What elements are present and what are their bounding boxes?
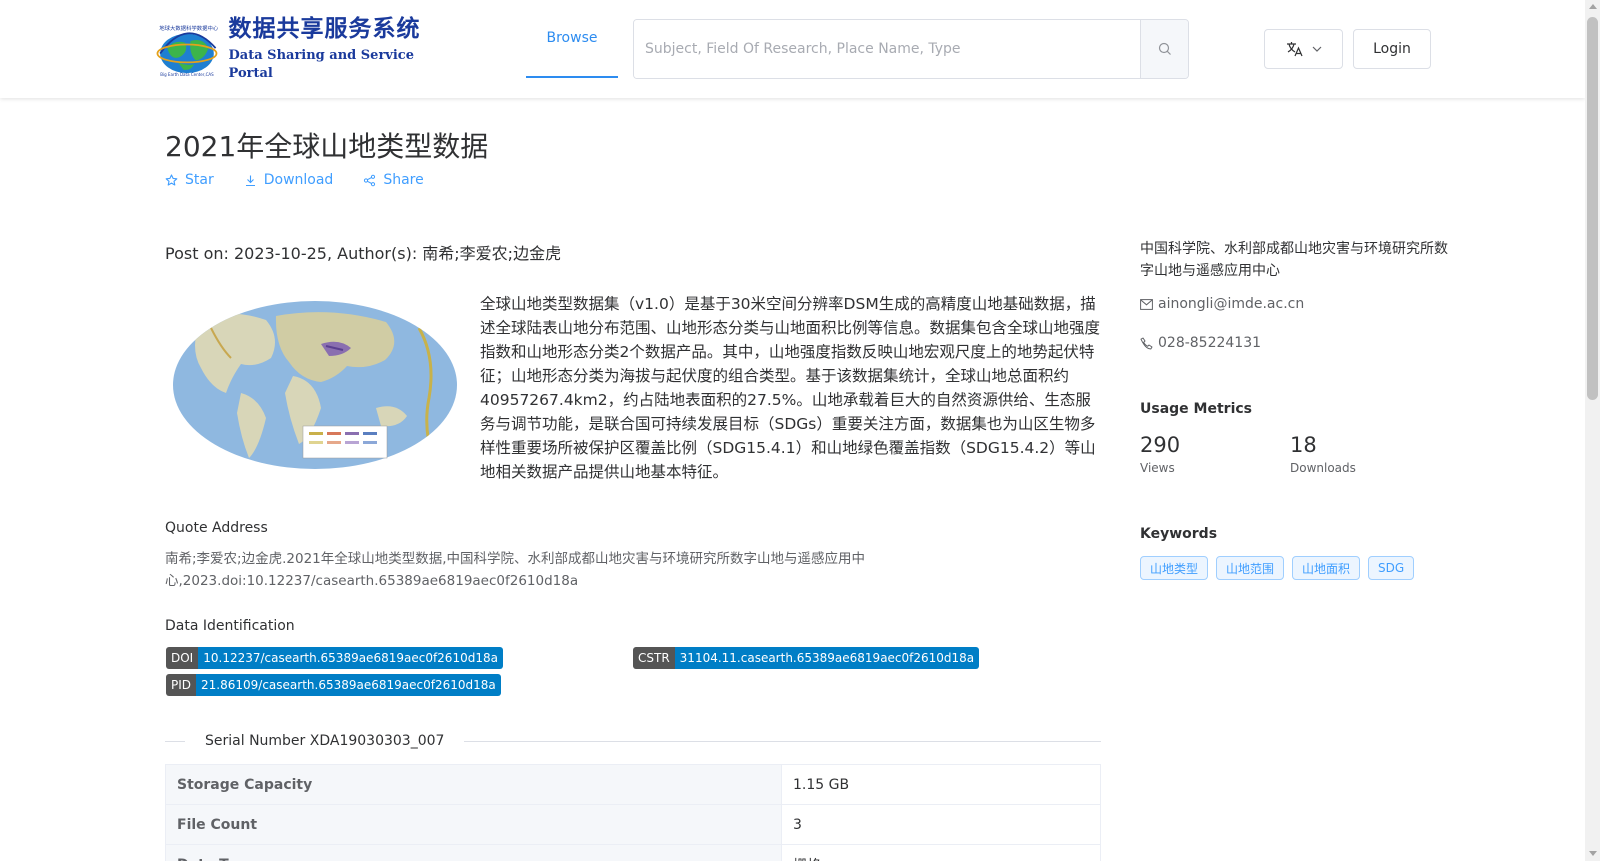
phone-icon (1140, 337, 1153, 349)
logo-text: 数据共享服务系统 Data Sharing and Service Portal (229, 15, 438, 83)
pid-key: PID (166, 674, 197, 696)
post-info: Post on: 2023-10-25, Author(s): 南希;李爱农;边… (165, 244, 562, 263)
table-row: Storage Capacity 1.15 GB (165, 764, 1101, 805)
page-title: 2021年全球山地类型数据 (165, 130, 489, 163)
pid-badge[interactable]: PID 21.86109/casearth.65389ae6819aec0f26… (166, 674, 501, 696)
search-icon (1158, 42, 1171, 55)
scroll-down-arrow-icon[interactable] (1589, 851, 1597, 856)
keyword-tag[interactable]: 山地类型 (1140, 556, 1209, 580)
downloads-count: 18 (1290, 433, 1317, 457)
keyword-tag[interactable]: 山地范围 (1216, 556, 1285, 580)
dataset-description: 全球山地类型数据集（v1.0）是基于30米空间分辨率DSM生成的高精度山地基础数… (480, 295, 1101, 481)
doi-key: DOI (166, 647, 199, 669)
doi-badge[interactable]: DOI 10.12237/casearth.65389ae6819aec0f26… (166, 647, 503, 669)
table-row: Data Type 栅格 (165, 844, 1101, 861)
cstr-badge[interactable]: CSTR 31104.11.casearth.65389ae6819aec0f2… (633, 647, 980, 669)
scrollbar-thumb[interactable] (1587, 17, 1598, 400)
table-key: File Count (165, 804, 782, 845)
views-label: Views (1140, 461, 1175, 475)
site-logo[interactable]: 地球大数据科学数据中心 Big Earth Data Center,CAS 数据… (153, 15, 438, 83)
table-key: Data Type (165, 844, 782, 861)
star-icon (165, 173, 178, 186)
share-label: Share (383, 172, 424, 188)
downloads-metric: 18 Downloads (1290, 433, 1356, 475)
cstr-value: 31104.11.casearth.65389ae6819aec0f2610d1… (674, 647, 980, 669)
divider-line (464, 740, 1101, 742)
star-button[interactable]: Star (165, 172, 214, 188)
top-header: 地球大数据科学数据中心 Big Earth Data Center,CAS 数据… (0, 0, 1585, 98)
table-value: 栅格 (781, 844, 1101, 861)
logo-title-en: Data Sharing and Service Portal (228, 48, 414, 81)
svg-text:Big Earth Data Center,CAS: Big Earth Data Center,CAS (160, 72, 214, 77)
pid-value: 21.86109/casearth.65389ae6819aec0f2610d1… (196, 674, 501, 696)
star-label: Star (185, 172, 214, 188)
data-identification-label: Data Identification (165, 618, 295, 634)
table-row: File Count 3 (165, 804, 1101, 845)
organization-name: 中国科学院、水利部成都山地灾害与环境研究所数字山地与遥感应用中心 (1140, 241, 1448, 279)
scroll-up-arrow-icon[interactable] (1589, 4, 1597, 9)
globe-logo-icon: 地球大数据科学数据中心 Big Earth Data Center,CAS (156, 24, 219, 77)
nav-browse-tab[interactable]: Browse (526, 0, 618, 78)
logo-title-cn: 数据共享服务系统 (228, 16, 421, 42)
quote-address-label: Quote Address (165, 520, 268, 536)
dataset-actions: Star Download Share (165, 172, 424, 188)
dataset-info-table: Storage Capacity 1.15 GB File Count 3 Da… (165, 764, 1101, 861)
search-bar (633, 19, 1189, 79)
contact-email[interactable]: ainongli@imde.ac.cn (1140, 296, 1304, 312)
mail-icon (1140, 298, 1153, 310)
views-count: 290 (1140, 433, 1181, 457)
chevron-down-icon (1312, 46, 1321, 52)
language-switch-button[interactable] (1264, 29, 1343, 69)
keyword-tag[interactable]: 山地面积 (1292, 556, 1361, 580)
table-key: Storage Capacity (165, 764, 782, 805)
cstr-key: CSTR (633, 647, 675, 669)
phone-text: 028-85224131 (1158, 335, 1262, 351)
svg-text:地球大数据科学数据中心: 地球大数据科学数据中心 (159, 24, 219, 32)
translate-icon (1286, 42, 1303, 57)
share-button[interactable]: Share (363, 172, 424, 188)
doi-value: 10.12237/casearth.65389ae6819aec0f2610d1… (198, 647, 503, 669)
download-label: Download (263, 172, 334, 188)
keyword-list: 山地类型 山地范围 山地面积 SDG (1140, 556, 1415, 580)
quote-address-text: 南希;李爱农;边金虎.2021年全球山地类型数据,中国科学院、水利部成都山地灾害… (165, 551, 866, 589)
views-metric: 290 Views (1140, 433, 1180, 475)
world-map-thumbnail[interactable] (171, 298, 459, 476)
search-input[interactable] (634, 20, 1140, 78)
usage-metrics-title: Usage Metrics (1140, 401, 1252, 417)
serial-number: Serial Number XDA19030303_007 (205, 733, 445, 749)
table-value: 1.15 GB (781, 764, 1101, 805)
download-icon (245, 175, 255, 186)
contact-phone[interactable]: 028-85224131 (1140, 335, 1261, 351)
download-button[interactable]: Download (244, 172, 334, 188)
table-value: 3 (781, 804, 1101, 845)
share-icon (364, 174, 376, 186)
divider-line (165, 740, 185, 742)
keyword-tag[interactable]: SDG (1368, 556, 1415, 580)
serial-number-divider: Serial Number XDA19030303_007 (165, 729, 1101, 753)
page-scrollbar[interactable] (1585, 0, 1600, 861)
downloads-label: Downloads (1290, 461, 1356, 475)
login-button[interactable]: Login (1353, 29, 1431, 69)
email-text: ainongli@imde.ac.cn (1158, 296, 1305, 312)
keywords-title: Keywords (1140, 526, 1218, 542)
search-button[interactable] (1140, 20, 1188, 78)
